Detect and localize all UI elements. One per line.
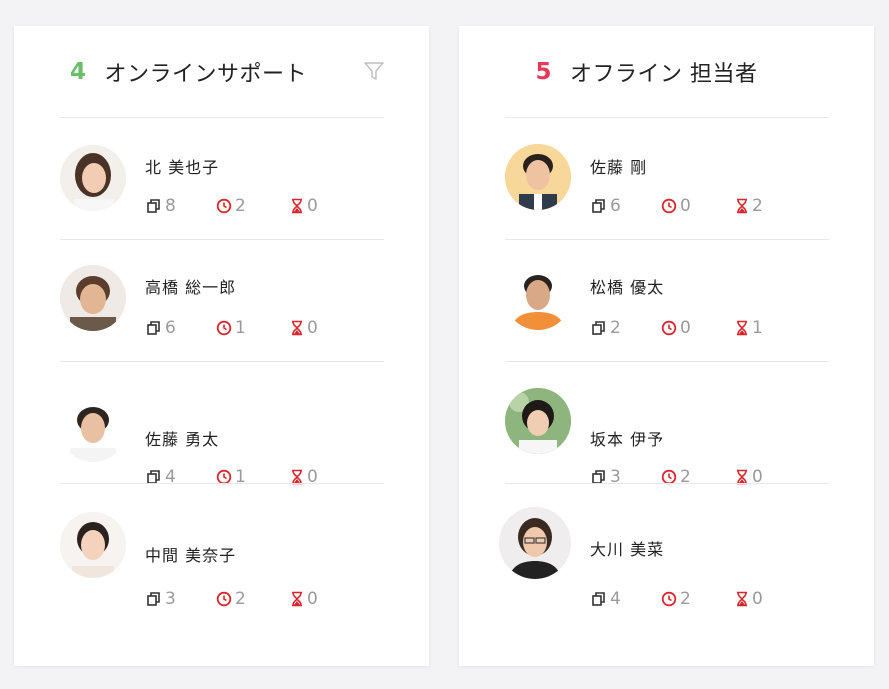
agent-name: 佐藤 剛 xyxy=(590,158,648,177)
waiting-count: 1 xyxy=(235,318,246,338)
tickets-stat: 4 xyxy=(591,589,661,609)
hourglass-icon xyxy=(737,591,747,607)
tickets-icon xyxy=(592,592,605,606)
pending-count: 0 xyxy=(752,589,763,609)
tickets-icon xyxy=(592,199,605,213)
hourglass-icon xyxy=(292,591,302,607)
agent-name: 中間 美奈子 xyxy=(145,546,237,565)
pending-stat: 1 xyxy=(735,318,763,338)
agent-name: 高橋 総一郎 xyxy=(145,278,237,297)
clock-icon xyxy=(661,320,677,336)
pending-stat: 2 xyxy=(735,196,763,216)
tickets-stat: 8 xyxy=(146,196,216,216)
waiting-stat: 1 xyxy=(216,318,290,338)
avatar xyxy=(60,396,126,462)
panel-header: 4 オンラインサポート xyxy=(14,54,429,90)
avatar xyxy=(60,145,126,211)
agent-row[interactable]: 坂本 伊予 3 2 0 xyxy=(505,362,829,487)
avatar xyxy=(499,507,571,579)
tickets-icon xyxy=(592,321,605,335)
tickets-stat: 6 xyxy=(591,196,661,216)
panel-title: オンラインサポート xyxy=(104,62,308,87)
waiting-stat: 0 xyxy=(661,196,735,216)
clock-icon xyxy=(216,320,232,336)
pending-stat: 0 xyxy=(290,589,318,609)
avatar xyxy=(505,144,571,210)
tickets-icon xyxy=(147,321,160,335)
pending-count: 2 xyxy=(752,196,763,216)
tickets-count: 4 xyxy=(610,589,621,609)
waiting-count: 0 xyxy=(680,196,691,216)
waiting-count: 2 xyxy=(680,589,691,609)
tickets-count: 6 xyxy=(610,196,621,216)
clock-icon xyxy=(661,591,677,607)
avatar xyxy=(505,264,571,330)
waiting-count: 0 xyxy=(680,318,691,338)
agent-row[interactable]: 佐藤 勇太 4 1 0 xyxy=(60,362,384,487)
waiting-stat: 2 xyxy=(216,196,290,216)
tickets-count: 6 xyxy=(165,318,176,338)
agent-name: 佐藤 勇太 xyxy=(145,430,220,449)
pending-stat: 0 xyxy=(290,318,318,338)
online-support-panel: 4 オンラインサポート 北 美也子 8 2 0 高橋 総一郎 6 1 0 佐藤 … xyxy=(14,26,429,666)
pending-stat: 0 xyxy=(290,196,318,216)
waiting-count: 2 xyxy=(235,196,246,216)
agent-row[interactable]: 中間 美奈子 3 2 0 xyxy=(60,484,384,609)
agent-stats: 6 1 0 xyxy=(146,318,318,338)
tickets-stat: 2 xyxy=(591,318,661,338)
tickets-count: 3 xyxy=(165,589,176,609)
agent-row[interactable]: 佐藤 剛 6 0 2 xyxy=(505,118,829,238)
tickets-count: 2 xyxy=(610,318,621,338)
hourglass-icon xyxy=(737,198,747,214)
clock-icon xyxy=(661,198,677,214)
pending-stat: 0 xyxy=(735,589,763,609)
pending-count: 0 xyxy=(307,318,318,338)
waiting-stat: 2 xyxy=(216,589,290,609)
panel-title: オフライン 担当者 xyxy=(570,62,758,87)
waiting-count: 2 xyxy=(235,589,246,609)
agent-stats: 2 0 1 xyxy=(591,318,763,338)
agent-stats: 3 2 0 xyxy=(146,589,318,609)
clock-icon xyxy=(216,198,232,214)
avatar xyxy=(60,512,126,578)
tickets-stat: 6 xyxy=(146,318,216,338)
agent-name: 北 美也子 xyxy=(145,158,220,177)
pending-count: 0 xyxy=(307,589,318,609)
tickets-icon xyxy=(147,199,160,213)
avatar xyxy=(505,388,571,454)
agent-row[interactable]: 松橋 優太 2 0 1 xyxy=(505,240,829,360)
online-count: 4 xyxy=(70,59,87,85)
offline-count: 5 xyxy=(535,59,552,85)
tickets-count: 8 xyxy=(165,196,176,216)
pending-count: 0 xyxy=(307,196,318,216)
agent-name: 大川 美菜 xyxy=(590,540,665,559)
agent-row[interactable]: 北 美也子 8 2 0 xyxy=(60,118,384,238)
tickets-stat: 3 xyxy=(146,589,216,609)
hourglass-icon xyxy=(737,320,747,336)
agent-row[interactable]: 大川 美菜 4 2 0 xyxy=(499,484,829,609)
agent-stats: 8 2 0 xyxy=(146,196,318,216)
agent-stats: 4 2 0 xyxy=(591,589,763,609)
tickets-icon xyxy=(147,592,160,606)
avatar xyxy=(60,265,126,331)
filter-icon[interactable] xyxy=(363,60,385,82)
pending-count: 1 xyxy=(752,318,763,338)
agent-name: 坂本 伊予 xyxy=(590,430,665,449)
agent-name: 松橋 優太 xyxy=(590,278,665,297)
offline-staff-panel: 5 オフライン 担当者 佐藤 剛 6 0 2 松橋 優太 2 0 1 坂本 伊予… xyxy=(459,26,874,666)
clock-icon xyxy=(216,591,232,607)
agent-row[interactable]: 高橋 総一郎 6 1 0 xyxy=(60,240,384,360)
panel-header: 5 オフライン 担当者 xyxy=(459,54,874,90)
hourglass-icon xyxy=(292,320,302,336)
agent-stats: 6 0 2 xyxy=(591,196,763,216)
waiting-stat: 0 xyxy=(661,318,735,338)
waiting-stat: 2 xyxy=(661,589,735,609)
hourglass-icon xyxy=(292,198,302,214)
